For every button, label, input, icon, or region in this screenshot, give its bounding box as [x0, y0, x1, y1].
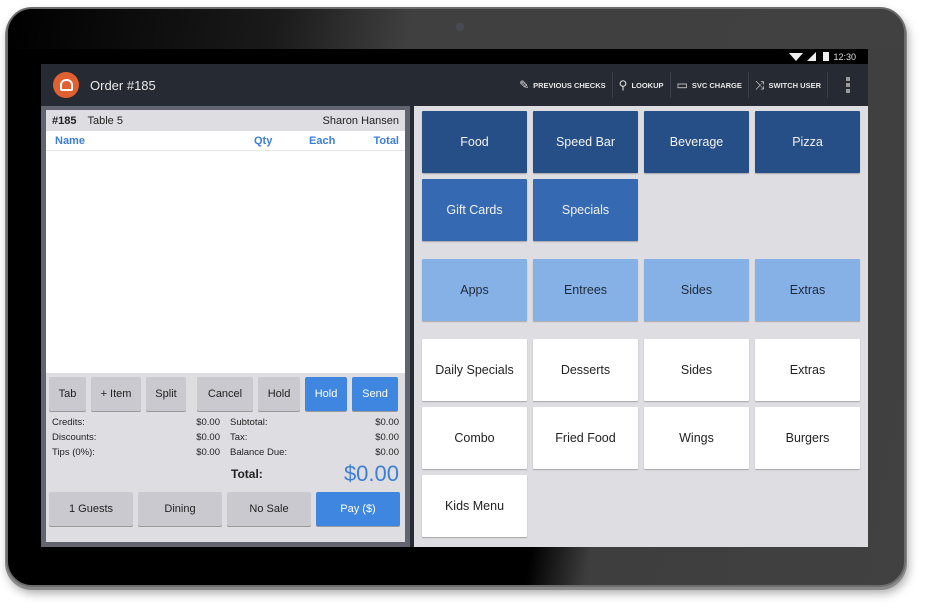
- wifi-icon: [789, 52, 804, 61]
- clock: 12:30: [833, 51, 856, 62]
- server-name: Sharon Hansen: [322, 114, 399, 127]
- dining-button[interactable]: Dining: [138, 492, 222, 526]
- balance-due-value: $0.00: [375, 447, 399, 458]
- battery-icon: [823, 52, 830, 61]
- subtotal-row: Subtotal: $0.00: [230, 415, 399, 430]
- menu-panel: Food Speed Bar Beverage Pizza Gift Cards Spec…: [414, 106, 868, 547]
- balance-due-label: Balance Due:: [230, 447, 288, 458]
- column-qty: Qty: [254, 134, 273, 147]
- menu-tile-wings[interactable]: Wings: [644, 407, 749, 469]
- app-logo[interactable]: [53, 72, 79, 98]
- menu-tile-sides[interactable]: Sides: [644, 339, 749, 401]
- menu-tile-daily-specials[interactable]: Daily Specials: [422, 339, 527, 401]
- credits-label: Credits:: [52, 417, 85, 428]
- pay-button[interactable]: Pay ($): [316, 492, 400, 526]
- action-label: SVC CHARGE: [691, 80, 742, 90]
- grand-total: Total: $0.00: [46, 460, 405, 488]
- page-title: Order #185: [90, 77, 156, 93]
- split-button[interactable]: Split: [146, 377, 186, 411]
- action-label: SWITCH USER: [768, 80, 822, 90]
- toolbar-actions: ✎ PREVIOUS CHECKS ⚲ LOOKUP ▭ SVC CHARGE ⤨ SWITC…: [513, 64, 828, 106]
- menu-tile-pizza[interactable]: Pizza: [755, 111, 860, 173]
- lookup-button[interactable]: ⚲ LOOKUP: [613, 72, 671, 98]
- total-value: $0.00: [343, 461, 399, 486]
- order-panel: #185 Table 5 Sharon Hansen Name Qty Each…: [41, 106, 410, 547]
- menu-tile-fried-food[interactable]: Fried Food: [533, 407, 638, 469]
- camera: [456, 23, 464, 31]
- menu-tile-entrees[interactable]: Entrees: [533, 259, 638, 321]
- ticket-number: #185: [52, 114, 77, 127]
- cancel-button[interactable]: Cancel: [197, 377, 253, 411]
- discounts-row: Discounts: $0.00: [52, 430, 220, 445]
- menu-tile-gift-cards[interactable]: Gift Cards: [422, 179, 527, 241]
- action-label: PREVIOUS CHECKS: [533, 80, 606, 90]
- send-button[interactable]: Send: [352, 377, 398, 411]
- tab-button[interactable]: Tab: [49, 377, 86, 411]
- menu-tile-extras[interactable]: Extras: [755, 339, 860, 401]
- menu-tile-combo[interactable]: Combo: [422, 407, 527, 469]
- app-bar: Order #185 ✎ PREVIOUS CHECKS ⚲ LOOKUP ▭ SVC C…: [41, 64, 868, 106]
- svc-charge-button[interactable]: ▭ SVC CHARGE: [671, 72, 749, 98]
- pencil-icon: ✎: [519, 78, 530, 92]
- tax-value: $0.00: [375, 432, 399, 443]
- column-each: Each: [309, 134, 336, 147]
- order-items-list[interactable]: [46, 151, 405, 373]
- order-actions-row: Tab + Item Split Cancel Hold Hold Send: [46, 373, 405, 415]
- credits-row: Credits: $0.00: [52, 415, 220, 430]
- tax-label: Tax:: [230, 432, 248, 443]
- overflow-menu-icon[interactable]: [828, 77, 868, 93]
- menu-tile-beverage[interactable]: Beverage: [644, 111, 749, 173]
- totals: Credits: $0.00 Discounts: $0.00 Tips (0%): $0…: [46, 415, 405, 460]
- action-label: LOOKUP: [631, 80, 664, 90]
- ticket-header: #185 Table 5 Sharon Hansen: [46, 110, 405, 131]
- card-icon: ▭: [676, 78, 688, 92]
- 1-guests-button[interactable]: 1 Guests: [49, 492, 133, 526]
- item-button[interactable]: + Item: [91, 377, 141, 411]
- menu-tile-sides[interactable]: Sides: [644, 259, 749, 321]
- balance-due-row: Balance Due: $0.00: [230, 445, 399, 460]
- menu-tile-specials[interactable]: Specials: [533, 179, 638, 241]
- menu-tile-desserts[interactable]: Desserts: [533, 339, 638, 401]
- discounts-label: Discounts:: [52, 432, 97, 443]
- previous-checks-button[interactable]: ✎ PREVIOUS CHECKS: [513, 72, 613, 98]
- tips-0-value: $0.00: [196, 447, 220, 458]
- shuffle-icon: ⤨: [754, 77, 765, 92]
- hold-button[interactable]: Hold: [258, 377, 300, 411]
- column-name: Name: [55, 134, 85, 147]
- logo-icon: [59, 79, 73, 91]
- menu-tile-speed-bar[interactable]: Speed Bar: [533, 111, 638, 173]
- subtotal-label: Subtotal:: [230, 417, 268, 428]
- menu-tile-apps[interactable]: Apps: [422, 259, 527, 321]
- menu-tile-food[interactable]: Food: [422, 111, 527, 173]
- hold-button-primary[interactable]: Hold: [305, 377, 347, 411]
- screen: 12:30 Order #185 ✎ PREVIOUS CHECKS ⚲ LOOKUP…: [41, 49, 868, 547]
- switch-user-button[interactable]: ⤨ SWITCH USER: [749, 72, 828, 98]
- tax-row: Tax: $0.00: [230, 430, 399, 445]
- ticket: #185 Table 5 Sharon Hansen Name Qty Each…: [46, 110, 405, 542]
- table-label: Table 5: [87, 114, 123, 127]
- menu-tile-extras[interactable]: Extras: [755, 259, 860, 321]
- menu-tile-kids-menu[interactable]: Kids Menu: [422, 475, 527, 537]
- search-icon: ⚲: [618, 78, 628, 92]
- subtotal-value: $0.00: [375, 417, 399, 428]
- no-sale-button[interactable]: No Sale: [227, 492, 311, 526]
- discounts-value: $0.00: [196, 432, 220, 443]
- tips-0-label: Tips (0%):: [52, 447, 95, 458]
- bottom-actions-row: 1 Guests Dining No Sale Pay ($): [46, 488, 405, 530]
- status-bar: 12:30: [41, 49, 868, 64]
- column-total: Total: [373, 134, 399, 147]
- tips-0-row: Tips (0%): $0.00: [52, 445, 220, 460]
- cell-signal-icon: [807, 52, 817, 61]
- menu-tile-burgers[interactable]: Burgers: [755, 407, 860, 469]
- credits-value: $0.00: [196, 417, 220, 428]
- item-columns-header: Name Qty Each Total: [46, 131, 405, 151]
- total-label: Total:: [231, 467, 263, 481]
